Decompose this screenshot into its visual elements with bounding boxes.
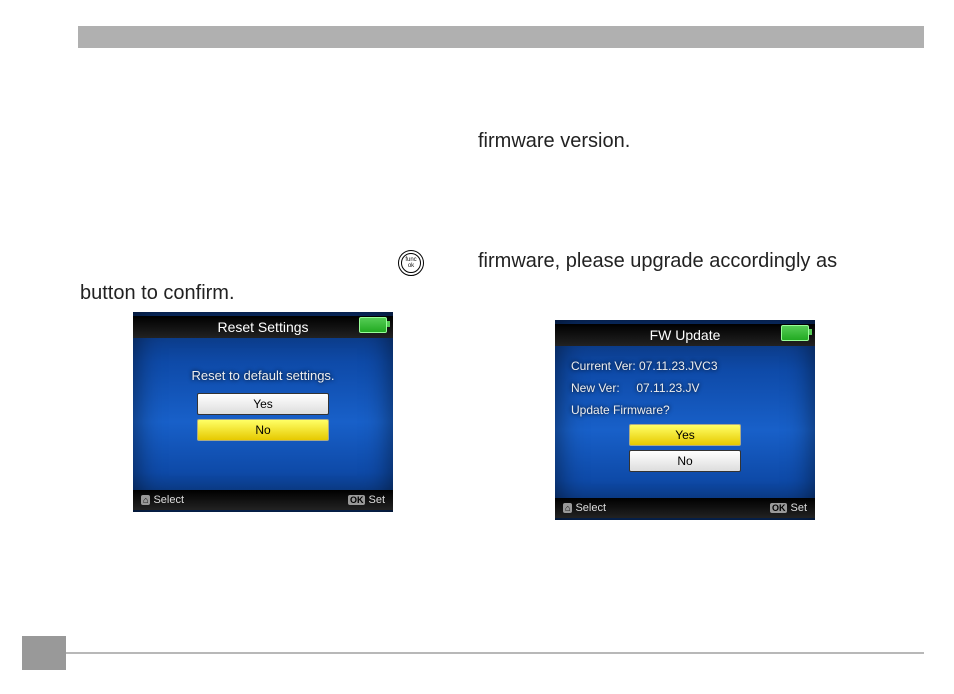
ok-icon: OK bbox=[770, 503, 788, 513]
reset-message: Reset to default settings. bbox=[149, 368, 377, 383]
dpad-icon: ⌂ bbox=[563, 503, 572, 513]
screen-titlebar: Reset Settings bbox=[133, 316, 393, 338]
screen-title: Reset Settings bbox=[217, 319, 308, 335]
text-firmware-version: firmware version. bbox=[478, 130, 630, 153]
hint-bar: ⌂Select OKSet bbox=[555, 498, 815, 518]
hint-set: OKSet bbox=[348, 494, 385, 506]
reset-dialog: Reset to default settings. Yes No bbox=[149, 348, 377, 445]
func-ok-icon: func ok bbox=[398, 250, 424, 276]
hint-select: ⌂Select bbox=[141, 494, 184, 506]
fw-yes-option[interactable]: Yes bbox=[629, 424, 741, 446]
screen-titlebar: FW Update bbox=[555, 324, 815, 346]
screen-title: FW Update bbox=[650, 327, 721, 343]
hint-set: OKSet bbox=[770, 502, 807, 514]
page-number-box bbox=[22, 636, 66, 670]
fw-new-ver: New Ver: 07.11.23.JV bbox=[571, 380, 799, 396]
footer-rule bbox=[66, 652, 924, 654]
ok-icon: OK bbox=[348, 495, 366, 505]
reset-no-option[interactable]: No bbox=[197, 419, 329, 441]
fw-no-option[interactable]: No bbox=[629, 450, 741, 472]
fw-current-ver: Current Ver: 07.11.23.JVC3 bbox=[571, 358, 799, 374]
hint-bar: ⌂Select OKSet bbox=[133, 490, 393, 510]
dpad-icon: ⌂ bbox=[141, 495, 150, 505]
reset-yes-option[interactable]: Yes bbox=[197, 393, 329, 415]
text-firmware-upgrade: firmware, please upgrade accordingly as bbox=[478, 250, 837, 273]
text-button-confirm: button to confirm. bbox=[80, 282, 235, 305]
fw-question: Update Firmware? bbox=[571, 402, 799, 418]
header-bar bbox=[78, 26, 924, 48]
battery-icon bbox=[359, 317, 387, 333]
battery-icon bbox=[781, 325, 809, 341]
fw-dialog: Current Ver: 07.11.23.JVC3 New Ver: 07.1… bbox=[571, 356, 799, 476]
screenshot-reset-settings: Reset Settings Reset to default settings… bbox=[133, 312, 393, 512]
hint-select: ⌂Select bbox=[563, 502, 606, 514]
screenshot-fw-update: FW Update Current Ver: 07.11.23.JVC3 New… bbox=[555, 320, 815, 520]
